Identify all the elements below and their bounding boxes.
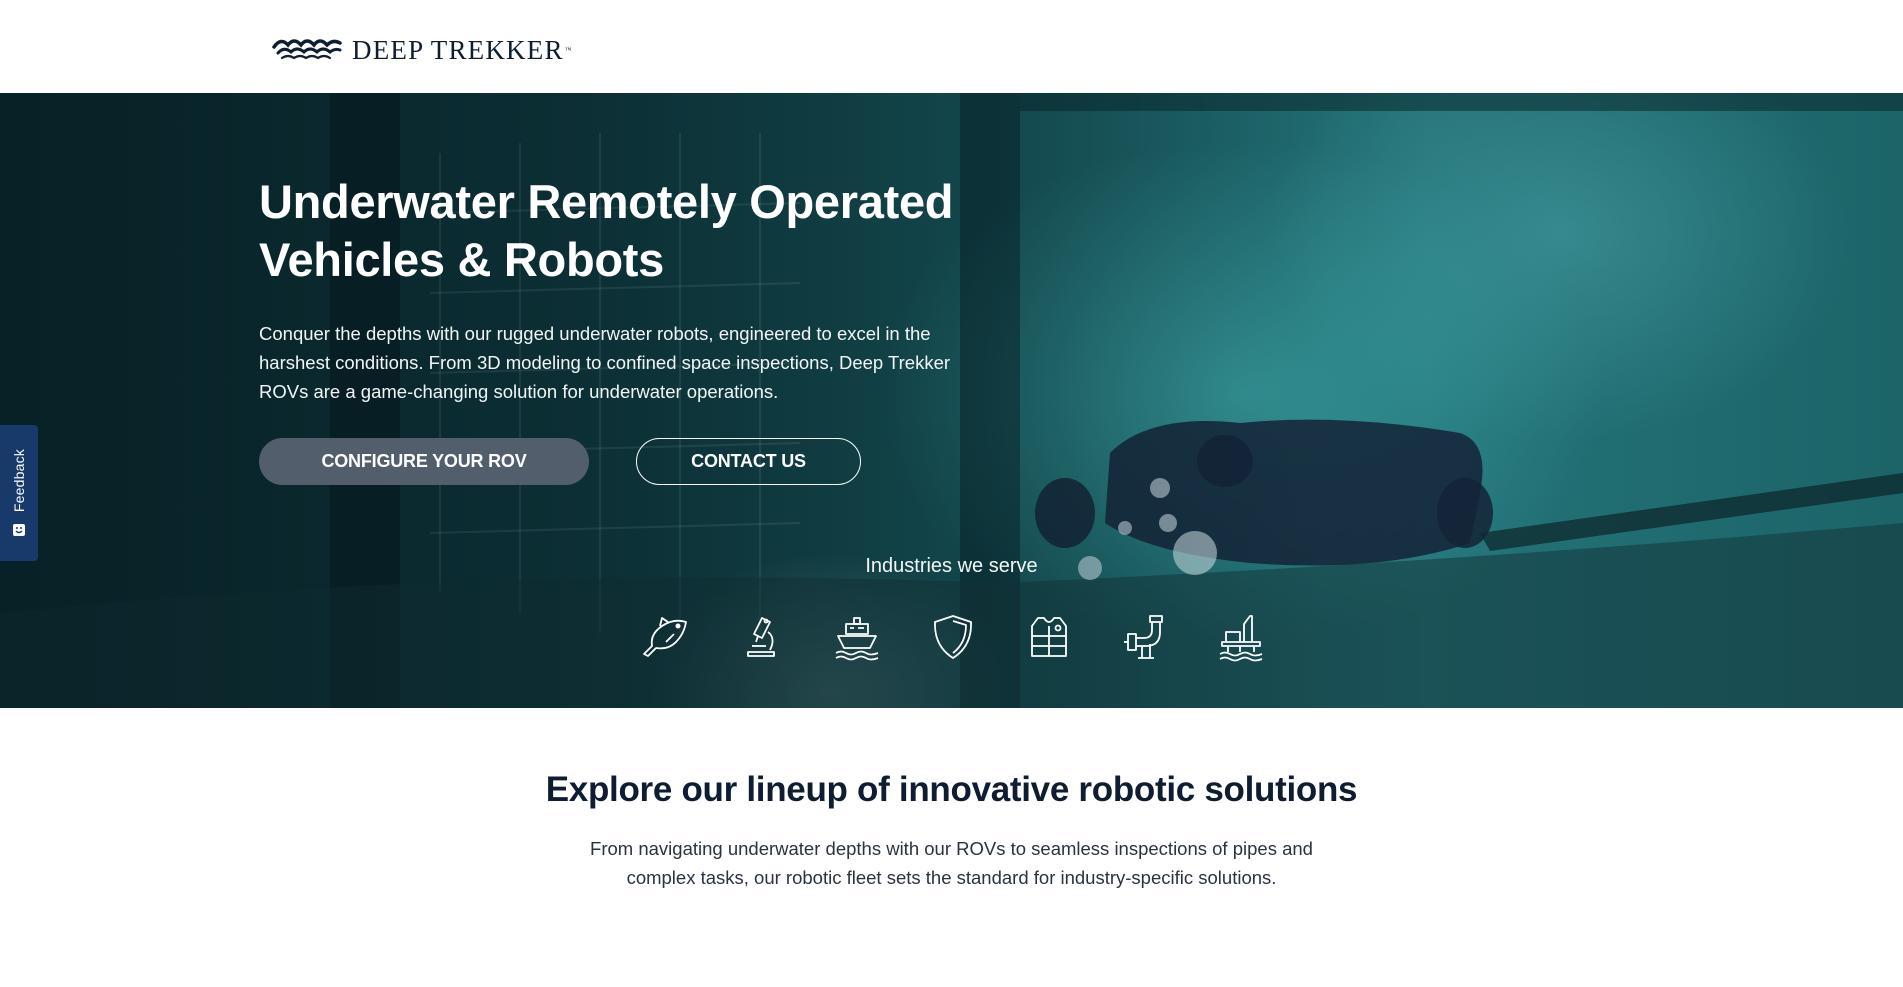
hero-buttons: CONFIGURE YOUR ROV CONTACT US bbox=[259, 438, 1019, 485]
chat-face-icon bbox=[13, 523, 25, 536]
brand-logo[interactable]: DEEP TREKKER™ bbox=[272, 30, 573, 65]
feedback-label: Feedback bbox=[11, 449, 27, 513]
brand-name: DEEP TREKKER™ bbox=[352, 35, 573, 65]
industry-icons bbox=[640, 612, 1266, 662]
contact-us-button[interactable]: CONTACT US bbox=[636, 438, 861, 485]
shield-icon[interactable] bbox=[928, 612, 978, 662]
ship-icon[interactable] bbox=[832, 612, 882, 662]
pipe-valve-icon[interactable] bbox=[1120, 612, 1170, 662]
industries-section: Industries we serve bbox=[0, 553, 1903, 579]
lineup-description: From navigating underwater depths with o… bbox=[590, 838, 1313, 888]
offshore-rig-icon[interactable] bbox=[1216, 612, 1266, 662]
configure-rov-button[interactable]: CONFIGURE YOUR ROV bbox=[259, 438, 589, 485]
industries-label: Industries we serve bbox=[865, 555, 1038, 577]
hero-content: Underwater Remotely Operated Vehicles & … bbox=[259, 173, 1019, 485]
site-header: DEEP TREKKER™ bbox=[0, 0, 1903, 93]
hero-subtitle: Conquer the depths with our rugged under… bbox=[259, 323, 951, 402]
feedback-tab[interactable]: Feedback bbox=[0, 425, 38, 561]
life-vest-icon[interactable] bbox=[1024, 612, 1074, 662]
hero-title: Underwater Remotely Operated Vehicles & … bbox=[259, 175, 954, 286]
lineup-title: Explore our lineup of innovative robotic… bbox=[545, 770, 1358, 809]
lineup-section: Explore our lineup of innovative robotic… bbox=[0, 708, 1903, 892]
microscope-icon[interactable] bbox=[736, 612, 786, 662]
fish-icon[interactable] bbox=[640, 612, 690, 662]
waves-logo-icon bbox=[272, 39, 342, 60]
